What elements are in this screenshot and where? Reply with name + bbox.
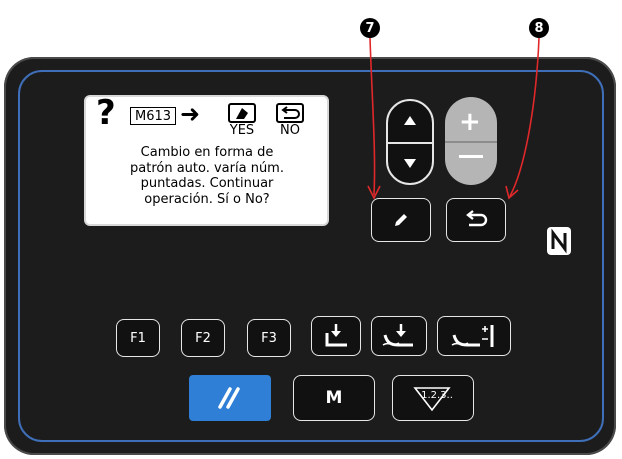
thread-tension-button[interactable] xyxy=(437,316,511,356)
f2-button[interactable]: F2 xyxy=(181,319,225,357)
mode-code: M613 xyxy=(130,107,176,125)
thread-trim-icon xyxy=(382,324,413,347)
return-button[interactable] xyxy=(446,198,506,242)
yes-label: YES xyxy=(229,123,255,138)
minus-icon[interactable] xyxy=(459,155,483,158)
nfc-icon xyxy=(547,227,571,255)
plus-minus-key[interactable]: + xyxy=(445,97,497,185)
pencil-button[interactable] xyxy=(371,198,431,242)
eraser-icon xyxy=(228,103,256,123)
m-button[interactable]: M xyxy=(293,375,375,421)
presser-foot-button[interactable] xyxy=(311,316,361,356)
thread-trim-button[interactable] xyxy=(371,316,427,356)
thread-tension-icon xyxy=(451,325,494,347)
reset-icon xyxy=(218,387,240,409)
f1-button[interactable]: F1 xyxy=(116,319,160,357)
return-icon xyxy=(466,210,488,227)
lcd-message: Cambio en forma de patrón auto. varía nú… xyxy=(130,145,284,207)
up-arrow-icon[interactable] xyxy=(404,116,416,125)
plus-icon[interactable]: + xyxy=(459,107,481,137)
counter-button[interactable]: 1.2.3.. xyxy=(392,375,474,421)
down-arrow-icon[interactable] xyxy=(404,159,416,168)
lcd-screen: ? M613 ➜ YES NO Cambio en forma de patró… xyxy=(86,93,327,224)
up-down-key[interactable] xyxy=(386,99,434,185)
plus-minus-divider xyxy=(445,141,497,143)
callout-8-line xyxy=(509,37,540,197)
callout-7-line xyxy=(369,37,376,196)
pencil-icon xyxy=(395,214,407,226)
counter-label: 1.2.3.. xyxy=(421,389,453,401)
presser-foot-icon xyxy=(325,324,347,347)
up-down-divider xyxy=(388,142,432,144)
question-icon: ? xyxy=(96,93,116,133)
no-label: NO xyxy=(280,123,300,138)
reset-button[interactable] xyxy=(189,375,271,421)
return-icon-small xyxy=(276,103,304,123)
right-arrow-icon: ➜ xyxy=(180,100,201,128)
f3-button[interactable]: F3 xyxy=(247,319,291,357)
